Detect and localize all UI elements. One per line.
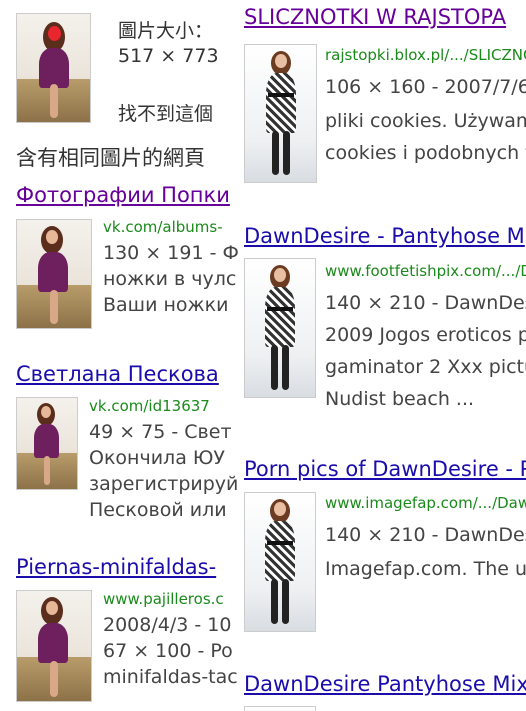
result-url[interactable]: vk.com/albums-: [103, 218, 223, 236]
result-thumbnail[interactable]: [244, 706, 316, 711]
thumbnail-legs: [283, 131, 290, 175]
thumbnail-legs: [50, 661, 58, 697]
result-snippet: 67 × 100 - Po: [103, 640, 233, 662]
thumbnail-dress: [265, 521, 295, 581]
thumbnail-belt: [267, 307, 293, 311]
thumbnail-legs: [282, 579, 289, 624]
result-url[interactable]: www.pajilleros.c: [103, 590, 224, 608]
result-thumbnail[interactable]: [16, 397, 78, 490]
thumbnail-dress: [34, 424, 59, 458]
result-snippet: minifaldas-tac: [103, 666, 238, 688]
result-title-link[interactable]: Piernas-minifaldas-: [16, 555, 216, 579]
thumbnail-dress: [265, 287, 295, 347]
result-snippet: Окончила ЮУ: [89, 447, 225, 469]
result-url[interactable]: www.imagefap.com/.../Dawn: [325, 494, 526, 512]
result-snippet: зарегистрируй: [89, 473, 239, 495]
face-marker-icon: [48, 26, 61, 41]
thumbnail-dress: [38, 252, 68, 292]
result-meta: 106 × 160 - 2007/7/6 - W: [325, 76, 526, 98]
result-thumbnail[interactable]: [244, 492, 316, 632]
not-found-text: 找不到這個: [118, 103, 214, 125]
thumbnail-face: [46, 601, 58, 615]
result-snippet: 2009 Jogos eroticos pa: [325, 324, 526, 346]
thumbnail-belt: [268, 93, 294, 97]
thumbnail-legs: [271, 345, 278, 390]
thumbnail-dress: [266, 73, 296, 133]
result-url[interactable]: www.footfetishpix.com/.../Da: [325, 262, 526, 280]
result-title-link[interactable]: SLICZNOTKI W RAJSTOPA: [244, 5, 506, 29]
image-size-label: 圖片大小：: [118, 20, 214, 42]
result-url[interactable]: rajstopki.blox.pl/.../SLICZNO: [325, 46, 526, 64]
thumbnail-legs: [272, 131, 279, 175]
result-thumbnail[interactable]: [16, 219, 92, 329]
result-title-link[interactable]: DawnDesire - Pantyhose M: [244, 224, 525, 248]
section-heading: 含有相同圖片的網頁: [16, 146, 205, 170]
thumbnail-dress: [39, 48, 69, 88]
thumbnail-dress: [38, 623, 68, 663]
image-size-value: 517 × 773: [118, 45, 219, 67]
result-url[interactable]: vk.com/id13637: [89, 397, 210, 415]
thumbnail-background: [245, 707, 315, 711]
result-thumbnail[interactable]: [16, 590, 92, 702]
right-results-column: SLICZNOTKI W RAJSTOPA rajstopki.blox.pl/…: [244, 0, 526, 711]
result-title-link[interactable]: DawnDesire Pantyhose Mix: [244, 672, 526, 696]
result-snippet: ножки в чулс: [103, 268, 237, 290]
thumbnail-legs: [44, 456, 50, 485]
left-results-column: 圖片大小： 517 × 773 找不到這個 含有相同圖片的網頁 Фотограф…: [0, 0, 244, 711]
result-snippet: gaminator 2 Xxx picture: [325, 356, 526, 378]
result-snippet: cookies i podobnych te: [325, 142, 526, 164]
result-title-link[interactable]: Светлана Пескова: [16, 362, 219, 386]
thumbnail-legs: [271, 579, 278, 624]
result-meta: 140 × 210 - DawnDesir: [325, 292, 526, 314]
thumbnail-face: [274, 502, 286, 516]
thumbnail-belt: [267, 541, 293, 545]
thumbnail-face: [41, 406, 51, 418]
result-snippet: pliki cookies. Używamy: [325, 110, 526, 132]
thumbnail-face: [46, 230, 58, 244]
thumbnail-legs: [50, 84, 58, 118]
result-meta: 49 × 75 - Свет: [89, 421, 232, 443]
result-snippet: Imagefap.com. The ulti: [325, 558, 526, 580]
result-snippet: Ваши ножки: [103, 294, 229, 316]
result-meta: 2008/4/3 - 10: [103, 614, 232, 636]
result-thumbnail[interactable]: [244, 258, 316, 398]
result-thumbnail[interactable]: [244, 44, 317, 183]
result-snippet: Песковой или: [89, 499, 227, 521]
result-meta: 140 × 210 - DawnDesire: [325, 524, 526, 546]
thumbnail-face: [274, 268, 286, 282]
result-snippet: Nudist beach ...: [325, 388, 475, 410]
result-meta: 130 × 191 - Ф: [103, 242, 239, 264]
result-title-link[interactable]: Фотографии Попки: [16, 183, 230, 207]
result-title-link[interactable]: Porn pics of DawnDesire - P: [244, 457, 526, 481]
query-image-thumbnail[interactable]: [16, 13, 91, 123]
thumbnail-face: [275, 54, 287, 68]
thumbnail-legs: [282, 345, 289, 390]
thumbnail-legs: [50, 290, 58, 324]
